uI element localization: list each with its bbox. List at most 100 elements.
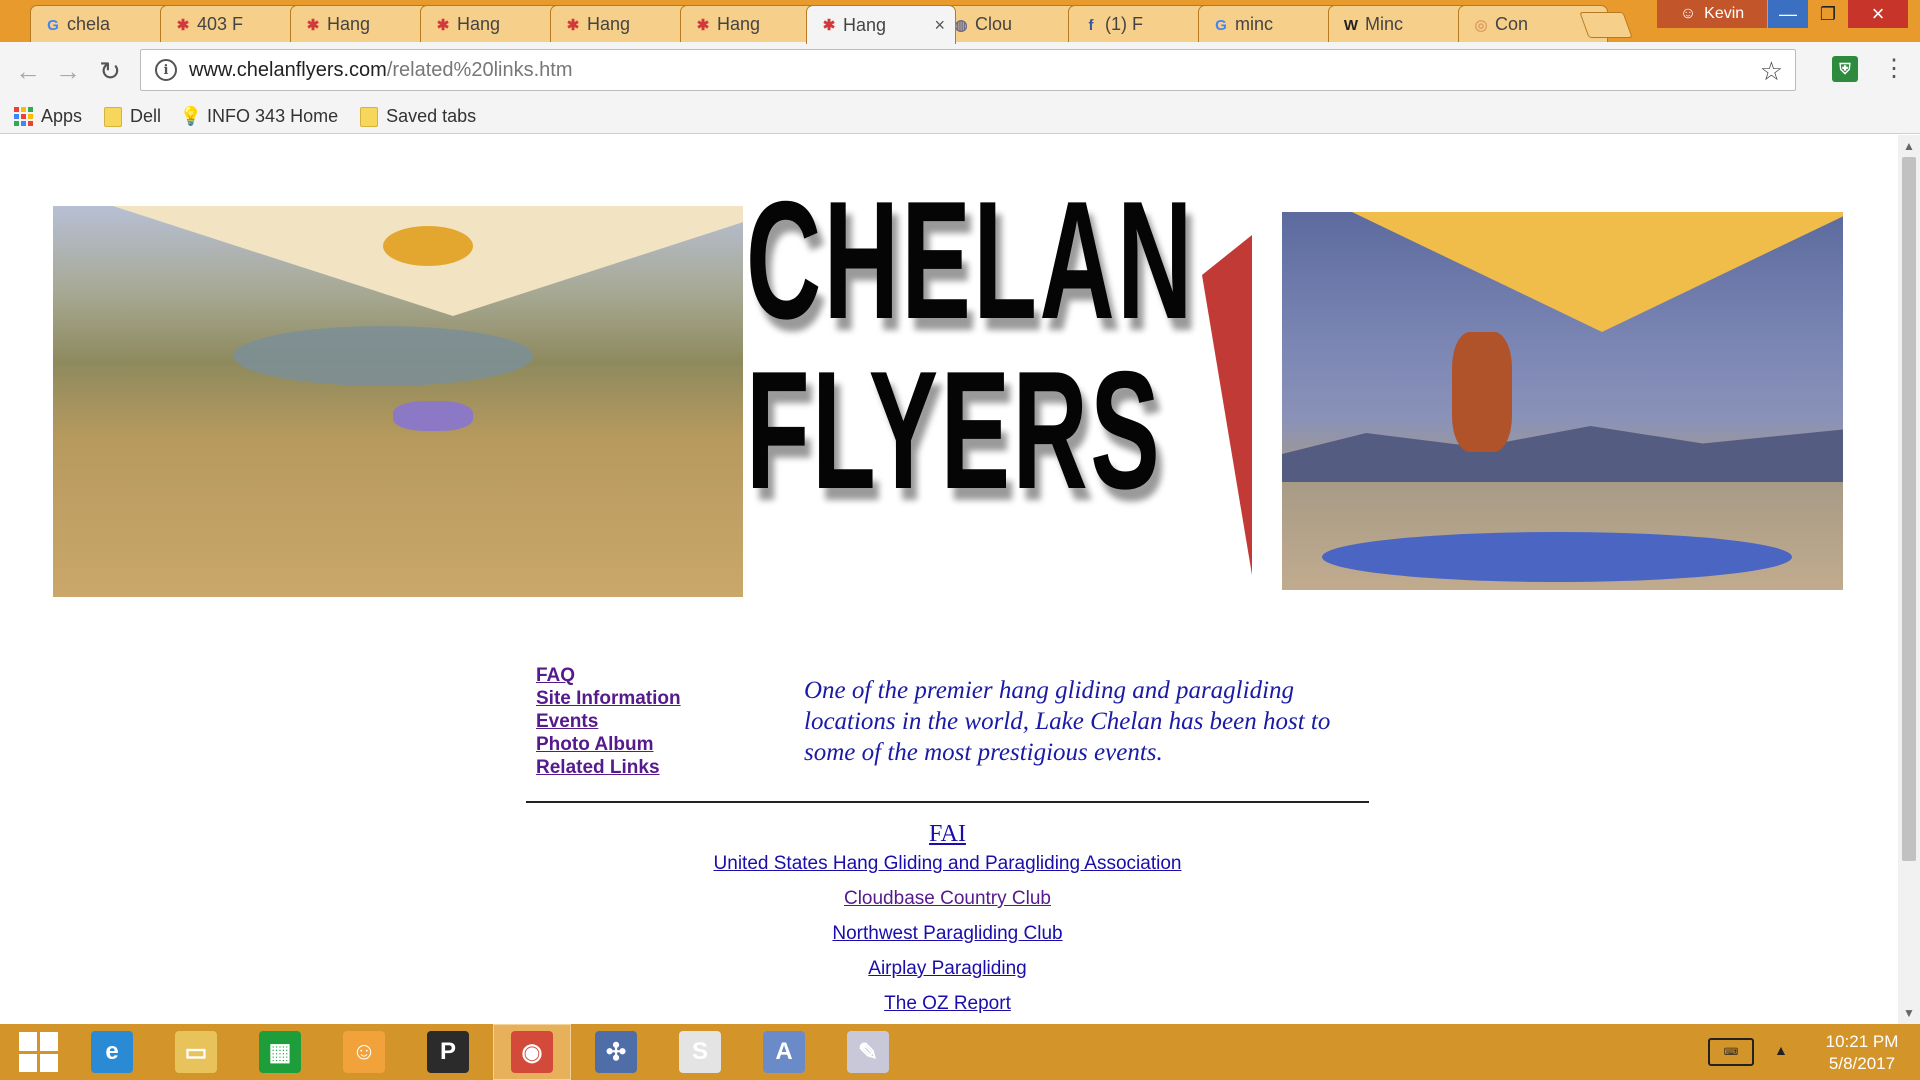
extension-icon[interactable]: ⛨ — [1832, 56, 1858, 82]
start-button[interactable] — [0, 1024, 78, 1080]
taskbar-app[interactable]: S — [661, 1024, 739, 1080]
taskbar-app[interactable]: ✎ — [829, 1024, 907, 1080]
related-links-list: FAI United States Hang Gliding and Parag… — [526, 818, 1369, 1024]
reload-button[interactable]: ↻ — [94, 55, 126, 87]
windows-taskbar: e ▭ ▦ ☺ P ◉ ✣ S A ✎ — [0, 1024, 1920, 1080]
slack-icon: S — [679, 1031, 721, 1073]
hang-glider-photo-left — [53, 206, 743, 597]
tab-title: Hang — [717, 14, 761, 34]
touch-keyboard-icon[interactable]: ⌨ — [1708, 1038, 1754, 1066]
snipping-icon: ✣ — [595, 1031, 637, 1073]
bookmark-label: Apps — [41, 106, 83, 126]
glider-wing-shape — [1352, 212, 1843, 332]
link-airplay-paragliding[interactable]: Airplay Paragliding — [526, 957, 1369, 980]
taskbar-app[interactable]: A — [745, 1024, 823, 1080]
logo-glider-icon — [1202, 235, 1252, 575]
chelan-flyers-icon: ✱ — [566, 17, 580, 34]
url-path: /related%20links.htm — [386, 58, 573, 81]
browser-tab[interactable]: ✱403 F× — [160, 5, 310, 43]
profile-button[interactable]: ☺ Kevin — [1657, 0, 1767, 28]
profile-icon: ☺ — [1679, 5, 1697, 22]
chelan-flyers-icon: ✱ — [176, 17, 190, 34]
bookmark-apps[interactable]: Apps — [14, 106, 82, 127]
close-window-button[interactable]: × — [1848, 0, 1908, 28]
show-hidden-icons-icon[interactable]: ▲ — [1774, 1042, 1788, 1058]
nav-link-related-links[interactable]: Related Links — [536, 756, 681, 779]
link-oz-report[interactable]: The OZ Report — [526, 992, 1369, 1015]
url-host: www.chelanflyers.com — [189, 58, 387, 81]
chrome-menu-icon[interactable]: ⋮ — [1882, 54, 1906, 83]
minimize-button[interactable]: — — [1768, 0, 1808, 28]
page-scrollbar[interactable]: ▲ ▼ — [1898, 135, 1920, 1024]
close-tab-icon[interactable]: × — [934, 15, 945, 36]
paint-icon: ✎ — [847, 1031, 889, 1073]
bookmark-info-343-home[interactable]: 💡 INFO 343 Home — [179, 106, 339, 128]
bulb-icon: 💡 — [179, 106, 203, 126]
nav-link-faq[interactable]: FAQ — [536, 664, 681, 687]
facebook-icon: f — [1088, 16, 1094, 34]
bookmark-star-icon[interactable]: ☆ — [1760, 56, 1783, 87]
scroll-down-icon[interactable]: ▼ — [1903, 1006, 1915, 1020]
scroll-thumb[interactable] — [1902, 157, 1916, 861]
taskbar-app[interactable]: P — [409, 1024, 487, 1080]
bookmark-dell[interactable]: Dell — [104, 106, 161, 127]
chelan-flyers-icon: ✱ — [696, 17, 710, 34]
taskbar-app[interactable]: ▭ — [157, 1024, 235, 1080]
google-icon: G — [1215, 16, 1227, 34]
back-button[interactable]: ← — [12, 55, 44, 87]
nav-link-site-information[interactable]: Site Information — [536, 687, 681, 710]
taskbar-app[interactable]: ☺ — [325, 1024, 403, 1080]
link-ushpa[interactable]: United States Hang Gliding and Paraglidi… — [526, 852, 1369, 875]
browser-tab[interactable]: ◍Clou× — [938, 5, 1088, 43]
address-bar[interactable]: i www.chelanflyers.com /related%20links.… — [140, 49, 1796, 91]
bookmarks-bar: Apps Dell 💡 INFO 343 Home Saved tabs — [0, 100, 1920, 134]
reader-icon: A — [763, 1031, 805, 1073]
pilot-shape — [393, 401, 473, 431]
link-fai[interactable]: FAI — [526, 818, 1369, 850]
planet-icon: ◎ — [1474, 17, 1488, 34]
taskbar-app[interactable]: ◉ — [493, 1024, 571, 1080]
taskbar-clock[interactable]: 10:21 PM 5/8/2017 — [1814, 1031, 1910, 1075]
pilot-shape — [1452, 332, 1512, 452]
site-tagline: One of the premier hang gliding and para… — [804, 677, 1331, 766]
browser-tab[interactable]: WMinc× — [1328, 5, 1478, 43]
nav-link-events[interactable]: Events — [536, 710, 681, 733]
clock-date: 5/8/2017 — [1828, 1054, 1896, 1073]
browser-tab[interactable]: ✱Hang× — [420, 5, 570, 43]
site-info-icon[interactable]: i — [155, 59, 177, 81]
bookmark-saved-tabs[interactable]: Saved tabs — [360, 106, 476, 127]
hang-glider-photo-right — [1282, 212, 1843, 590]
maximize-button[interactable]: ❐ — [1808, 0, 1848, 28]
link-cloudbase-country-club[interactable]: Cloudbase Country Club — [526, 887, 1369, 910]
logo-line-2: FLYERS — [746, 336, 1163, 524]
glider-wing-stripe — [383, 226, 473, 266]
bookmark-label: Dell — [130, 106, 162, 126]
taskbar-app[interactable]: ✣ — [577, 1024, 655, 1080]
tab-title: (1) F — [1105, 14, 1143, 34]
site-nav: FAQ Site Information Events Photo Album … — [536, 664, 681, 779]
folder-icon — [360, 106, 379, 127]
browser-tab[interactable]: ✱Hang× — [806, 5, 956, 44]
new-tab-button[interactable] — [1579, 12, 1633, 38]
taskbar-app[interactable]: ▦ — [241, 1024, 319, 1080]
page-viewport: CHELAN FLYERS FAQ Site Information Event… — [0, 135, 1898, 1024]
profile-name: Kevin — [1704, 5, 1745, 22]
nav-link-photo-album[interactable]: Photo Album — [536, 733, 681, 756]
forward-button[interactable]: → — [52, 55, 84, 87]
taskbar-app[interactable]: e — [73, 1024, 151, 1080]
tab-title: Hang — [457, 14, 501, 34]
bookmark-label: INFO 343 Home — [207, 106, 339, 126]
section-divider — [526, 801, 1369, 803]
clock-time: 10:21 PM — [1825, 1032, 1899, 1051]
tab-title: Clou — [975, 14, 1013, 34]
link-northwest-paragliding-club[interactable]: Northwest Paragliding Club — [526, 922, 1369, 945]
chelan-flyers-icon: ✱ — [306, 17, 320, 34]
browser-tab[interactable]: ✱Hang× — [550, 5, 700, 43]
browser-tab[interactable]: f(1) F× — [1068, 5, 1218, 43]
browser-tab[interactable]: Gchela× — [30, 5, 180, 43]
browser-tab[interactable]: Gminc× — [1198, 5, 1348, 43]
ground-glider-shape — [1322, 532, 1792, 582]
scroll-up-icon[interactable]: ▲ — [1903, 139, 1915, 153]
bookmark-label: Saved tabs — [386, 106, 477, 126]
browser-tab[interactable]: ✱Hang× — [290, 5, 440, 43]
